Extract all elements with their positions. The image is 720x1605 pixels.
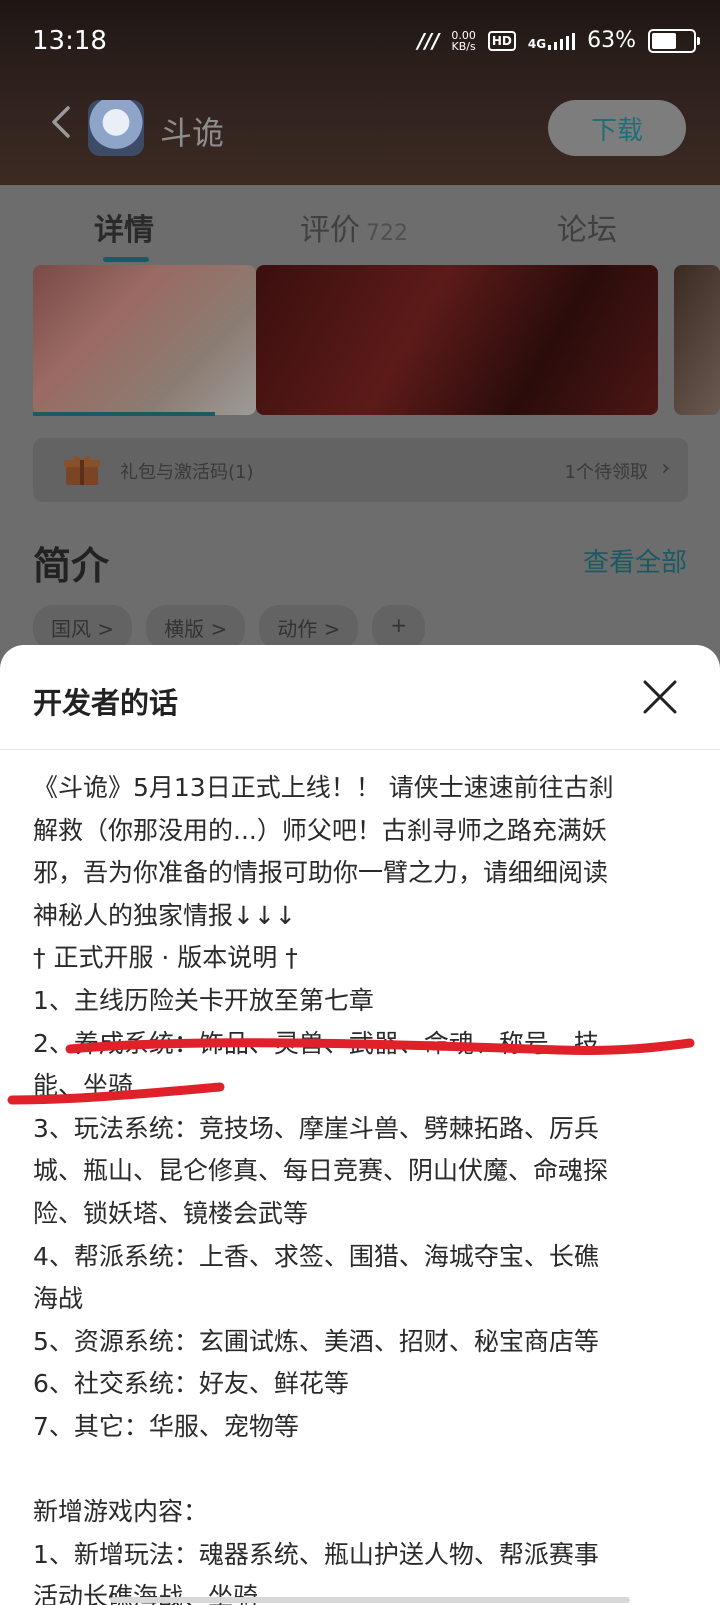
note-line: 6、社交系统：好友、鲜花等	[33, 1369, 349, 1399]
tag-chip[interactable]: 动作 >	[259, 605, 359, 650]
tab-indicator	[103, 257, 149, 262]
signal-bars-icon	[548, 32, 576, 50]
note-line: 能、坐骑	[33, 1071, 134, 1101]
gift-status: 1个待领取	[564, 462, 648, 483]
tab-details[interactable]: 详情	[94, 205, 154, 249]
cellular-icon: 4G	[527, 32, 576, 51]
screenshot-thumb[interactable]	[33, 265, 256, 415]
note-line-blank	[33, 1449, 683, 1492]
status-bar: 13:18 /// 0.00 KB/s HD 4G 63%	[0, 0, 720, 84]
tag-chip[interactable]: +	[372, 605, 426, 650]
note-line: 5、资源系统：玄圃试炼、美酒、招财、秘宝商店等	[33, 1326, 599, 1356]
tab-reviews-label: 评价	[300, 213, 360, 248]
note-line: 新增游戏内容：	[33, 1497, 209, 1527]
hd-icon: HD	[487, 30, 516, 51]
tab-reviews-count: 722	[366, 221, 408, 246]
network-type: 4G	[527, 36, 547, 51]
note-line: 3、玩法系统：竞技场、摩崖斗兽、劈棘拓路、厉兵	[33, 1113, 599, 1143]
close-icon[interactable]	[640, 677, 680, 717]
app-icon	[88, 100, 144, 156]
note-line: 2、养成系统：饰品、灵兽、武器、命魂、称号、技	[33, 1028, 599, 1058]
tag-chip[interactable]: 国风 >	[33, 605, 133, 650]
tab-reviews[interactable]: 评价 722	[300, 205, 408, 249]
note-line: 7、其它：华服、宠物等	[33, 1411, 299, 1441]
signal-brand-icon: ///	[417, 28, 440, 53]
app-title: 斗诡	[160, 114, 225, 152]
gift-code-row[interactable]: 礼包与激活码(1) 1个待领取 ›	[33, 438, 688, 502]
home-indicator	[110, 1597, 630, 1603]
note-line: 神秘人的独家情报↓↓↓	[33, 900, 296, 930]
back-arrow-icon[interactable]	[44, 102, 84, 142]
sheet-title: 开发者的话	[33, 686, 179, 720]
note-line: 《斗诡》5月13日正式上线！！ 请侠士速速前往古刹	[33, 773, 614, 802]
tag-chip[interactable]: 横版 >	[146, 605, 246, 650]
see-all-link[interactable]: 查看全部	[583, 542, 687, 579]
divider	[0, 749, 720, 750]
status-icons: /// 0.00 KB/s HD 4G 63%	[417, 28, 700, 53]
intro-title: 简介	[33, 544, 110, 588]
status-time: 13:18	[32, 26, 107, 56]
note-line: 1、新增玩法：魂器系统、瓶山护送人物、帮派赛事	[33, 1539, 599, 1569]
battery-fill	[652, 32, 676, 49]
note-line: 1、主线历险关卡开放至第七章	[33, 985, 374, 1015]
battery-percent: 63%	[587, 28, 636, 53]
top-header: 13:18 /// 0.00 KB/s HD 4G 63% 斗诡 下载	[0, 0, 720, 185]
note-line: 海战	[33, 1284, 84, 1314]
screenshot-thumb[interactable]	[256, 265, 658, 415]
note-line: † 正式开服 · 版本说明 †	[33, 943, 298, 973]
note-line: 解救（你那没用的...）师父吧！古刹寻师之路充满妖	[33, 815, 607, 845]
tag-list: 国风 > 横版 > 动作 > +	[33, 605, 426, 650]
gallery-progress	[33, 412, 215, 416]
tab-bar: 详情 评价 722 论坛	[0, 185, 720, 263]
note-line: 邪，吾为你准备的情报可助你一臂之力，请细细阅读	[33, 858, 609, 888]
note-line: 险、锁妖塔、镜楼会武等	[33, 1198, 309, 1228]
note-line: 城、瓶山、昆仑修真、每日竞赛、阴山伏魔、命魂探	[33, 1156, 609, 1186]
developer-notes-sheet: 开发者的话 《斗诡》5月13日正式上线！！ 请侠士速速前往古刹 解救（你那没用的…	[0, 645, 720, 1605]
screenshot-thumb[interactable]	[674, 265, 720, 415]
net-speed-unit: KB/s	[451, 39, 476, 53]
tab-forum[interactable]: 论坛	[557, 205, 617, 249]
download-button[interactable]: 下载	[548, 100, 686, 156]
note-line: 4、帮派系统：上香、求签、围猎、海城夺宝、长礁	[33, 1241, 599, 1271]
developer-notes-text: 《斗诡》5月13日正式上线！！ 请侠士速速前往古刹 解救（你那没用的...）师父…	[33, 767, 683, 1605]
battery-icon	[648, 28, 700, 53]
gift-icon	[64, 456, 100, 485]
gift-label: 礼包与激活码(1)	[120, 462, 254, 483]
chevron-right-icon: ›	[661, 456, 670, 481]
net-speed: 0.00 KB/s	[451, 30, 476, 52]
